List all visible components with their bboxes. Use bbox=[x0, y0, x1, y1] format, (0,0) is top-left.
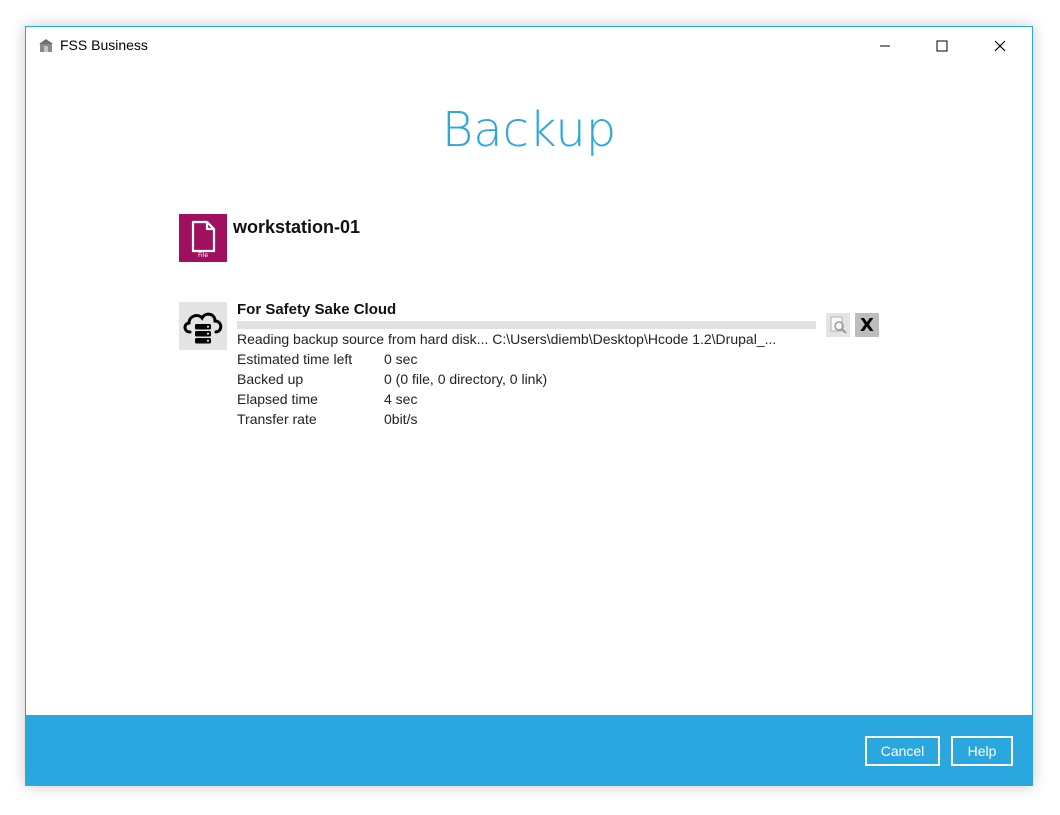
detail-row-elapsed-time: Elapsed time 4 sec bbox=[237, 389, 547, 409]
detail-value: 0 (0 file, 0 directory, 0 link) bbox=[384, 371, 548, 387]
close-button[interactable] bbox=[977, 27, 1023, 65]
detail-row-backed-up: Backed up 0 (0 file, 0 directory, 0 link) bbox=[237, 369, 547, 389]
minimize-button[interactable] bbox=[862, 27, 908, 65]
title-bar[interactable]: FSS Business bbox=[26, 27, 1032, 65]
file-type-label: File bbox=[197, 252, 209, 259]
page-title: Backup bbox=[441, 102, 617, 158]
cancel-button[interactable]: Cancel bbox=[865, 736, 940, 766]
help-button[interactable]: Help bbox=[951, 736, 1013, 766]
backup-progress-bar bbox=[237, 321, 816, 329]
maximize-icon bbox=[936, 40, 948, 52]
detail-row-estimated-time: Estimated time left 0 sec bbox=[237, 349, 547, 369]
close-icon bbox=[994, 40, 1006, 52]
stop-backup-button[interactable]: X bbox=[855, 313, 879, 337]
detail-label: Transfer rate bbox=[237, 411, 317, 427]
destination-name: For Safety Sake Cloud bbox=[237, 301, 397, 318]
status-text: Reading backup source from hard disk... … bbox=[237, 331, 777, 347]
detail-value: 4 sec bbox=[384, 391, 418, 407]
cloud-server-icon bbox=[179, 302, 227, 350]
magnifier-log-icon bbox=[830, 316, 847, 334]
detail-label: Elapsed time bbox=[237, 391, 318, 407]
detail-label: Backed up bbox=[237, 371, 304, 387]
app-window: FSS Business Backup File workstation-01 bbox=[25, 26, 1033, 786]
detail-value: 0 sec bbox=[384, 351, 418, 367]
detail-row-transfer-rate: Transfer rate 0bit/s bbox=[237, 409, 547, 429]
backup-details: Estimated time left 0 sec Backed up 0 (0 f… bbox=[237, 349, 547, 429]
maximize-button[interactable] bbox=[919, 27, 965, 65]
footer-bar: Cancel Help bbox=[26, 715, 1032, 785]
backup-set-name: workstation-01 bbox=[233, 217, 361, 237]
minimize-icon bbox=[880, 45, 890, 47]
detail-value: 0bit/s bbox=[384, 411, 418, 427]
window-title: FSS Business bbox=[60, 37, 148, 53]
fss-logo-icon bbox=[38, 38, 54, 54]
detail-label: Estimated time left bbox=[237, 351, 353, 367]
file-icon: File bbox=[179, 214, 227, 262]
view-log-button[interactable] bbox=[826, 313, 850, 337]
